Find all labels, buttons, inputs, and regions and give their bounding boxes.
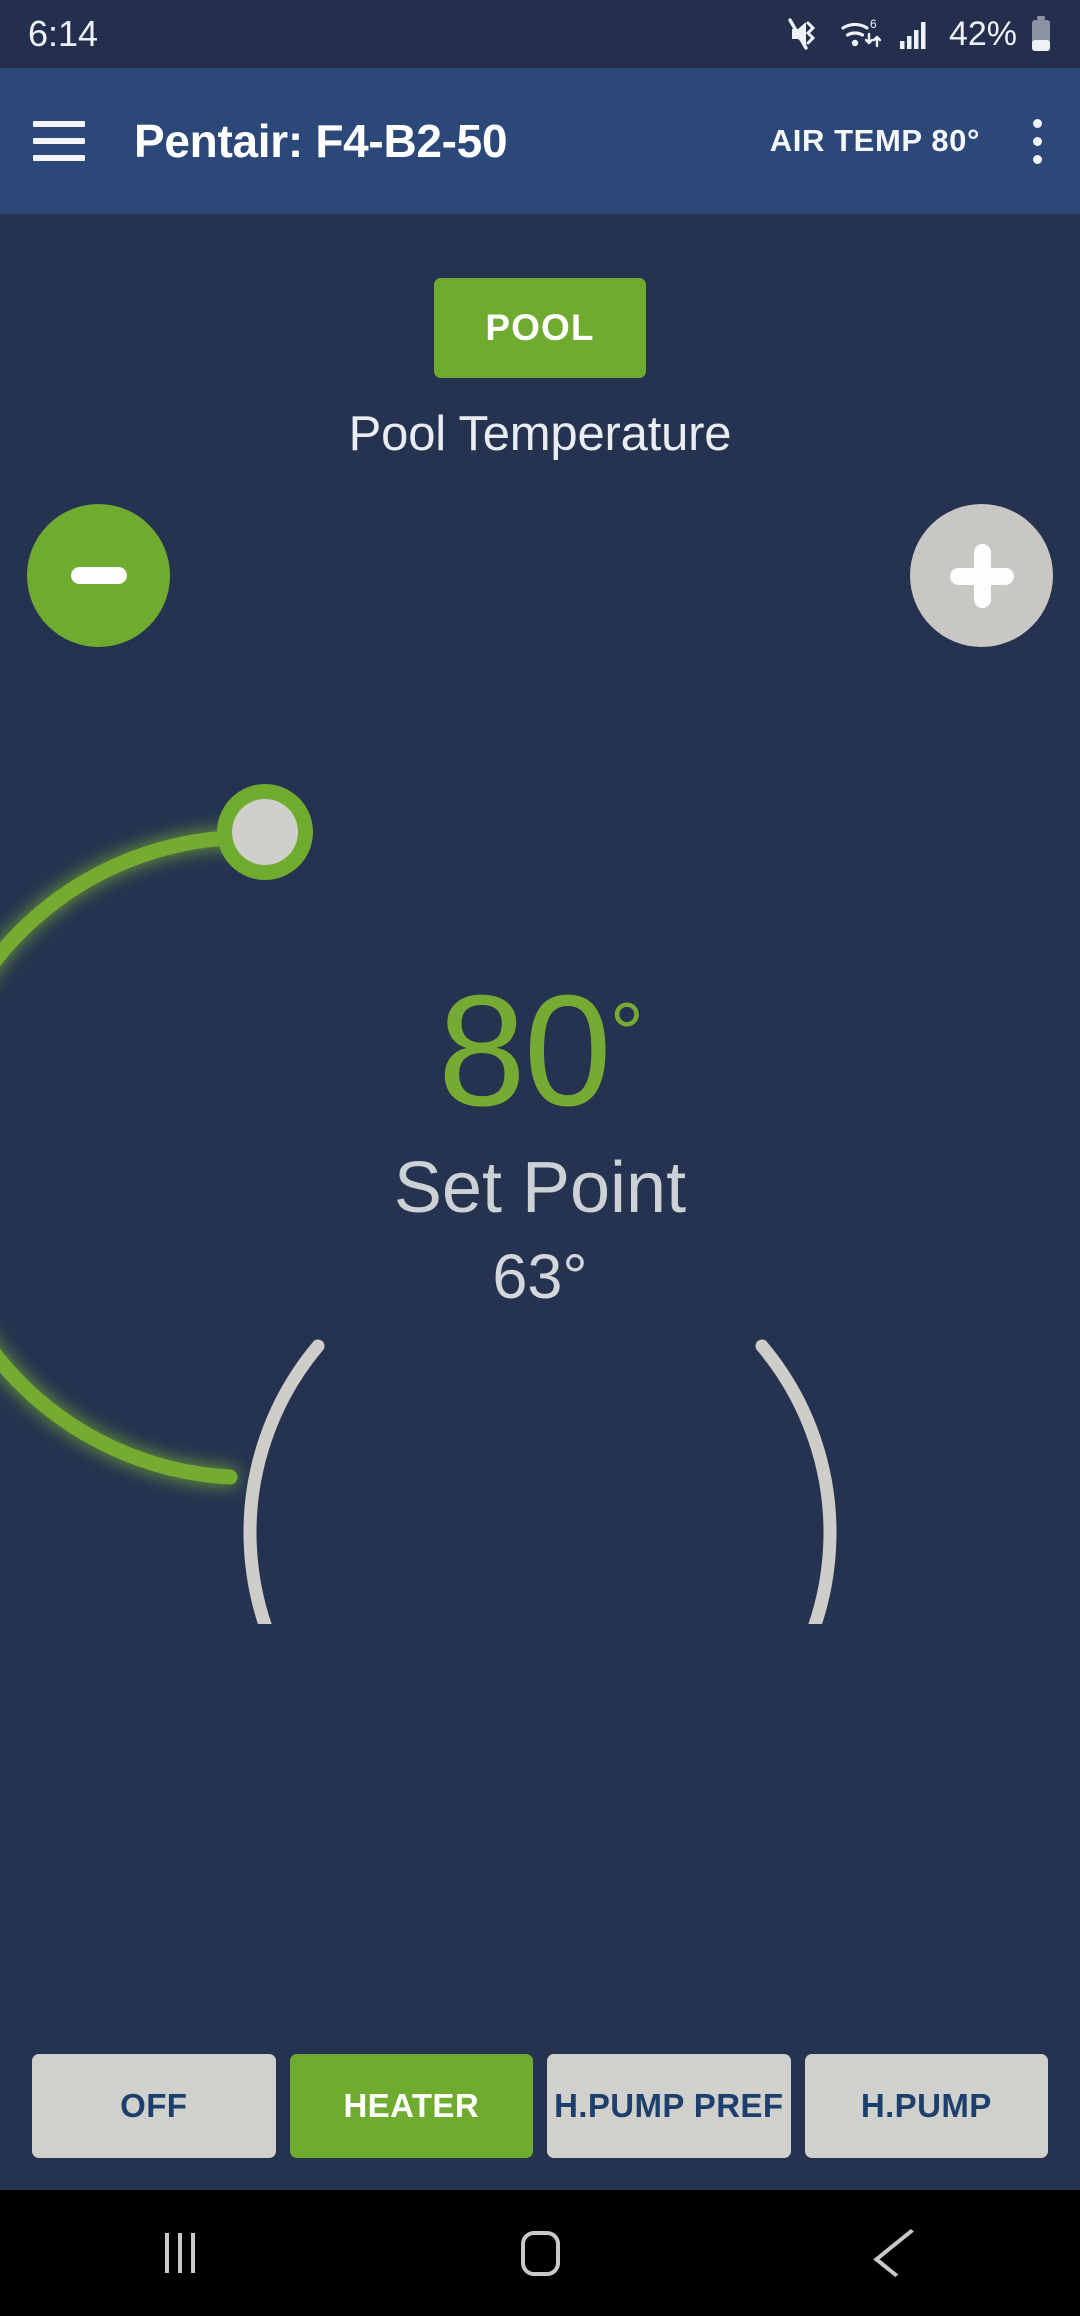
kebab-dot <box>1032 136 1042 146</box>
heat-mode-off-button[interactable]: OFF <box>32 2054 276 2158</box>
main-content: POOL Pool Temperature 80° Set Point 63° … <box>0 214 1080 2190</box>
dial-thumb[interactable] <box>217 784 313 880</box>
heat-mode-hpump-button[interactable]: H.PUMP <box>804 2054 1048 2158</box>
recents-icon <box>165 2233 195 2273</box>
phone-screen: 6:14 6 42% Pentair: F4-B2-50 AIR TEMP 80… <box>0 0 1080 2316</box>
back-icon <box>873 2228 933 2278</box>
status-bar: 6:14 6 42% <box>0 0 1080 68</box>
kebab-menu-icon[interactable] <box>994 68 1080 214</box>
heat-mode-heater-button[interactable]: HEATER <box>289 2054 533 2158</box>
air-temp-indicator[interactable]: AIR TEMP 80° <box>770 123 994 159</box>
body-mode-chip-pool[interactable]: POOL <box>434 278 646 378</box>
page-title: Pentair: F4-B2-50 <box>134 115 508 167</box>
nav-home-button[interactable] <box>360 2190 720 2316</box>
heat-mode-hpump-pref-button[interactable]: H.PUMP PREF <box>547 2054 791 2158</box>
temperature-section-label: Pool Temperature <box>348 407 732 461</box>
kebab-dot <box>1032 154 1042 164</box>
battery-icon <box>1032 16 1050 51</box>
cellular-signal-icon <box>899 22 926 49</box>
wifi-6-icon: 6 <box>841 17 882 48</box>
dial-progress <box>0 830 272 1485</box>
battery-percent-label: 42% <box>948 14 1017 53</box>
svg-text:6: 6 <box>870 17 877 31</box>
dial-track <box>243 1339 837 1624</box>
hamburger-bar <box>33 155 85 161</box>
hamburger-bar <box>33 138 85 144</box>
android-nav-bar <box>0 2190 1080 2316</box>
dial-svg[interactable] <box>0 524 1080 1624</box>
hamburger-menu-icon[interactable] <box>0 68 110 214</box>
app-bar: Pentair: F4-B2-50 AIR TEMP 80° <box>0 68 1080 214</box>
temperature-dial[interactable]: 80° Set Point 63° <box>0 524 1080 1624</box>
hamburger-bar <box>33 121 85 127</box>
nav-recents-button[interactable] <box>0 2190 360 2316</box>
mute-vibrate-icon <box>788 18 816 50</box>
status-clock: 6:14 <box>28 13 99 54</box>
body-mode-chip-label: POOL <box>485 307 595 348</box>
home-icon <box>520 2230 560 2276</box>
heat-mode-button-row: OFF HEATER H.PUMP PREF H.PUMP <box>0 2054 1080 2158</box>
status-icon-group: 6 42% <box>788 15 1052 54</box>
nav-back-button[interactable] <box>720 2190 1080 2316</box>
kebab-dot <box>1032 118 1042 128</box>
